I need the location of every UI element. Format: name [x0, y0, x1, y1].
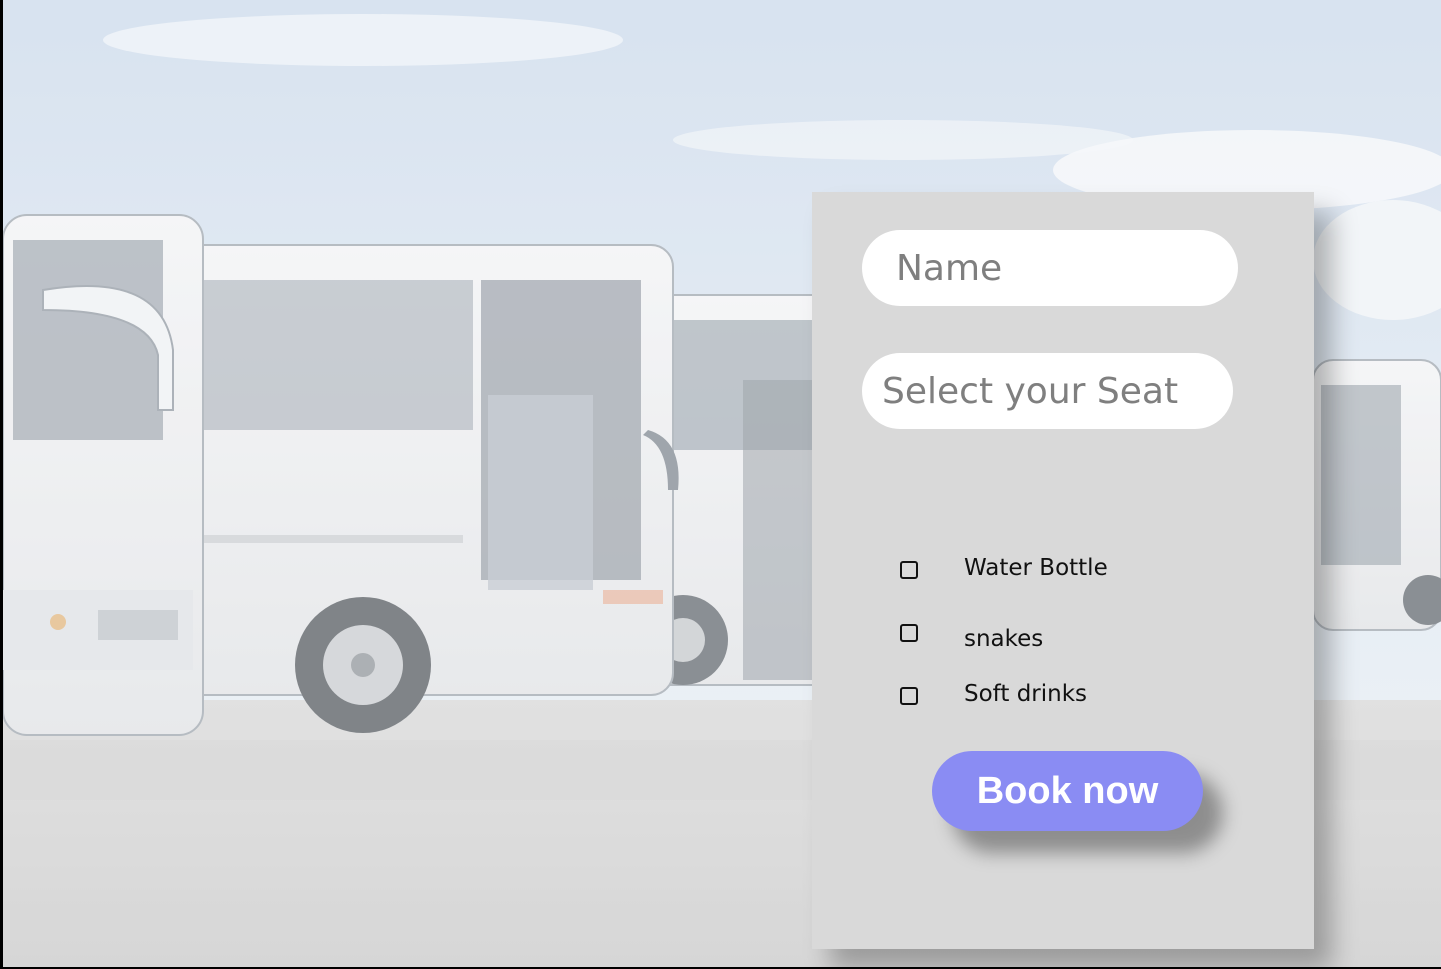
booking-form-panel: Water Bottle snakes Soft drinks Book now: [812, 192, 1314, 949]
book-now-button[interactable]: Book now: [932, 751, 1203, 831]
left-border: [0, 0, 3, 969]
booking-screen: Water Bottle snakes Soft drinks Book now: [0, 0, 1441, 969]
water-bottle-checkbox[interactable]: [900, 561, 918, 579]
seat-select-input[interactable]: [862, 353, 1233, 429]
snakes-checkbox[interactable]: [900, 624, 918, 642]
water-bottle-label: Water Bottle: [964, 555, 1108, 581]
name-input[interactable]: [862, 230, 1238, 306]
option-water-bottle: Water Bottle: [900, 555, 1108, 581]
option-snakes: snakes: [900, 624, 1043, 652]
soft-drinks-label: Soft drinks: [964, 681, 1088, 707]
soft-drinks-checkbox[interactable]: [900, 687, 918, 705]
snakes-label: snakes: [964, 626, 1044, 652]
option-soft-drinks: Soft drinks: [900, 681, 1087, 707]
